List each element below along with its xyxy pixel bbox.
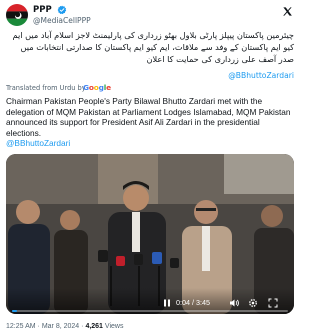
google-logo: Google <box>83 83 111 92</box>
video-player[interactable]: 0:04 / 3:45 <box>6 154 294 314</box>
verified-badge-icon <box>57 5 67 15</box>
pause-icon[interactable] <box>161 297 173 309</box>
tweet-date[interactable]: Mar 8, 2024 <box>42 323 79 330</box>
avatar[interactable] <box>6 4 28 26</box>
tweet-text-urdu: چیئرمین پاکستان پیپلز پارٹی بلاول بھٹو ز… <box>12 30 294 65</box>
x-logo-icon[interactable] <box>282 6 293 17</box>
mention-link-urdu[interactable]: @BBhuttoZardari <box>228 71 294 80</box>
tweet-meta: 12:25 AM · Mar 8, 2024 · 4,261 Views <box>6 323 123 330</box>
video-progress-fill <box>12 310 17 312</box>
meta-separator: · <box>37 323 40 330</box>
meta-separator-2: · <box>81 323 84 330</box>
tweet-text-english: Chairman Pakistan People's Party Bilawal… <box>6 96 291 138</box>
display-name[interactable]: PPP <box>33 5 52 15</box>
volume-icon[interactable] <box>228 297 240 309</box>
mention-link-english[interactable]: @BBhuttoZardari <box>6 138 70 148</box>
gear-icon[interactable] <box>247 297 259 309</box>
views-label: Views <box>104 323 124 330</box>
tweet-header: PPP @MediaCellPPP <box>6 4 294 30</box>
fullscreen-icon[interactable] <box>267 297 279 309</box>
translated-label[interactable]: Translated from Urdu by <box>6 84 86 92</box>
tweet-time[interactable]: 12:25 AM <box>6 323 36 330</box>
views-count: 4,261 <box>85 323 103 330</box>
ppp-flag-avatar-icon <box>6 4 28 26</box>
video-progress-bar[interactable] <box>12 310 288 312</box>
video-time: 0:04 / 3:45 <box>176 298 210 307</box>
user-handle[interactable]: @MediaCellPPP <box>33 16 91 25</box>
